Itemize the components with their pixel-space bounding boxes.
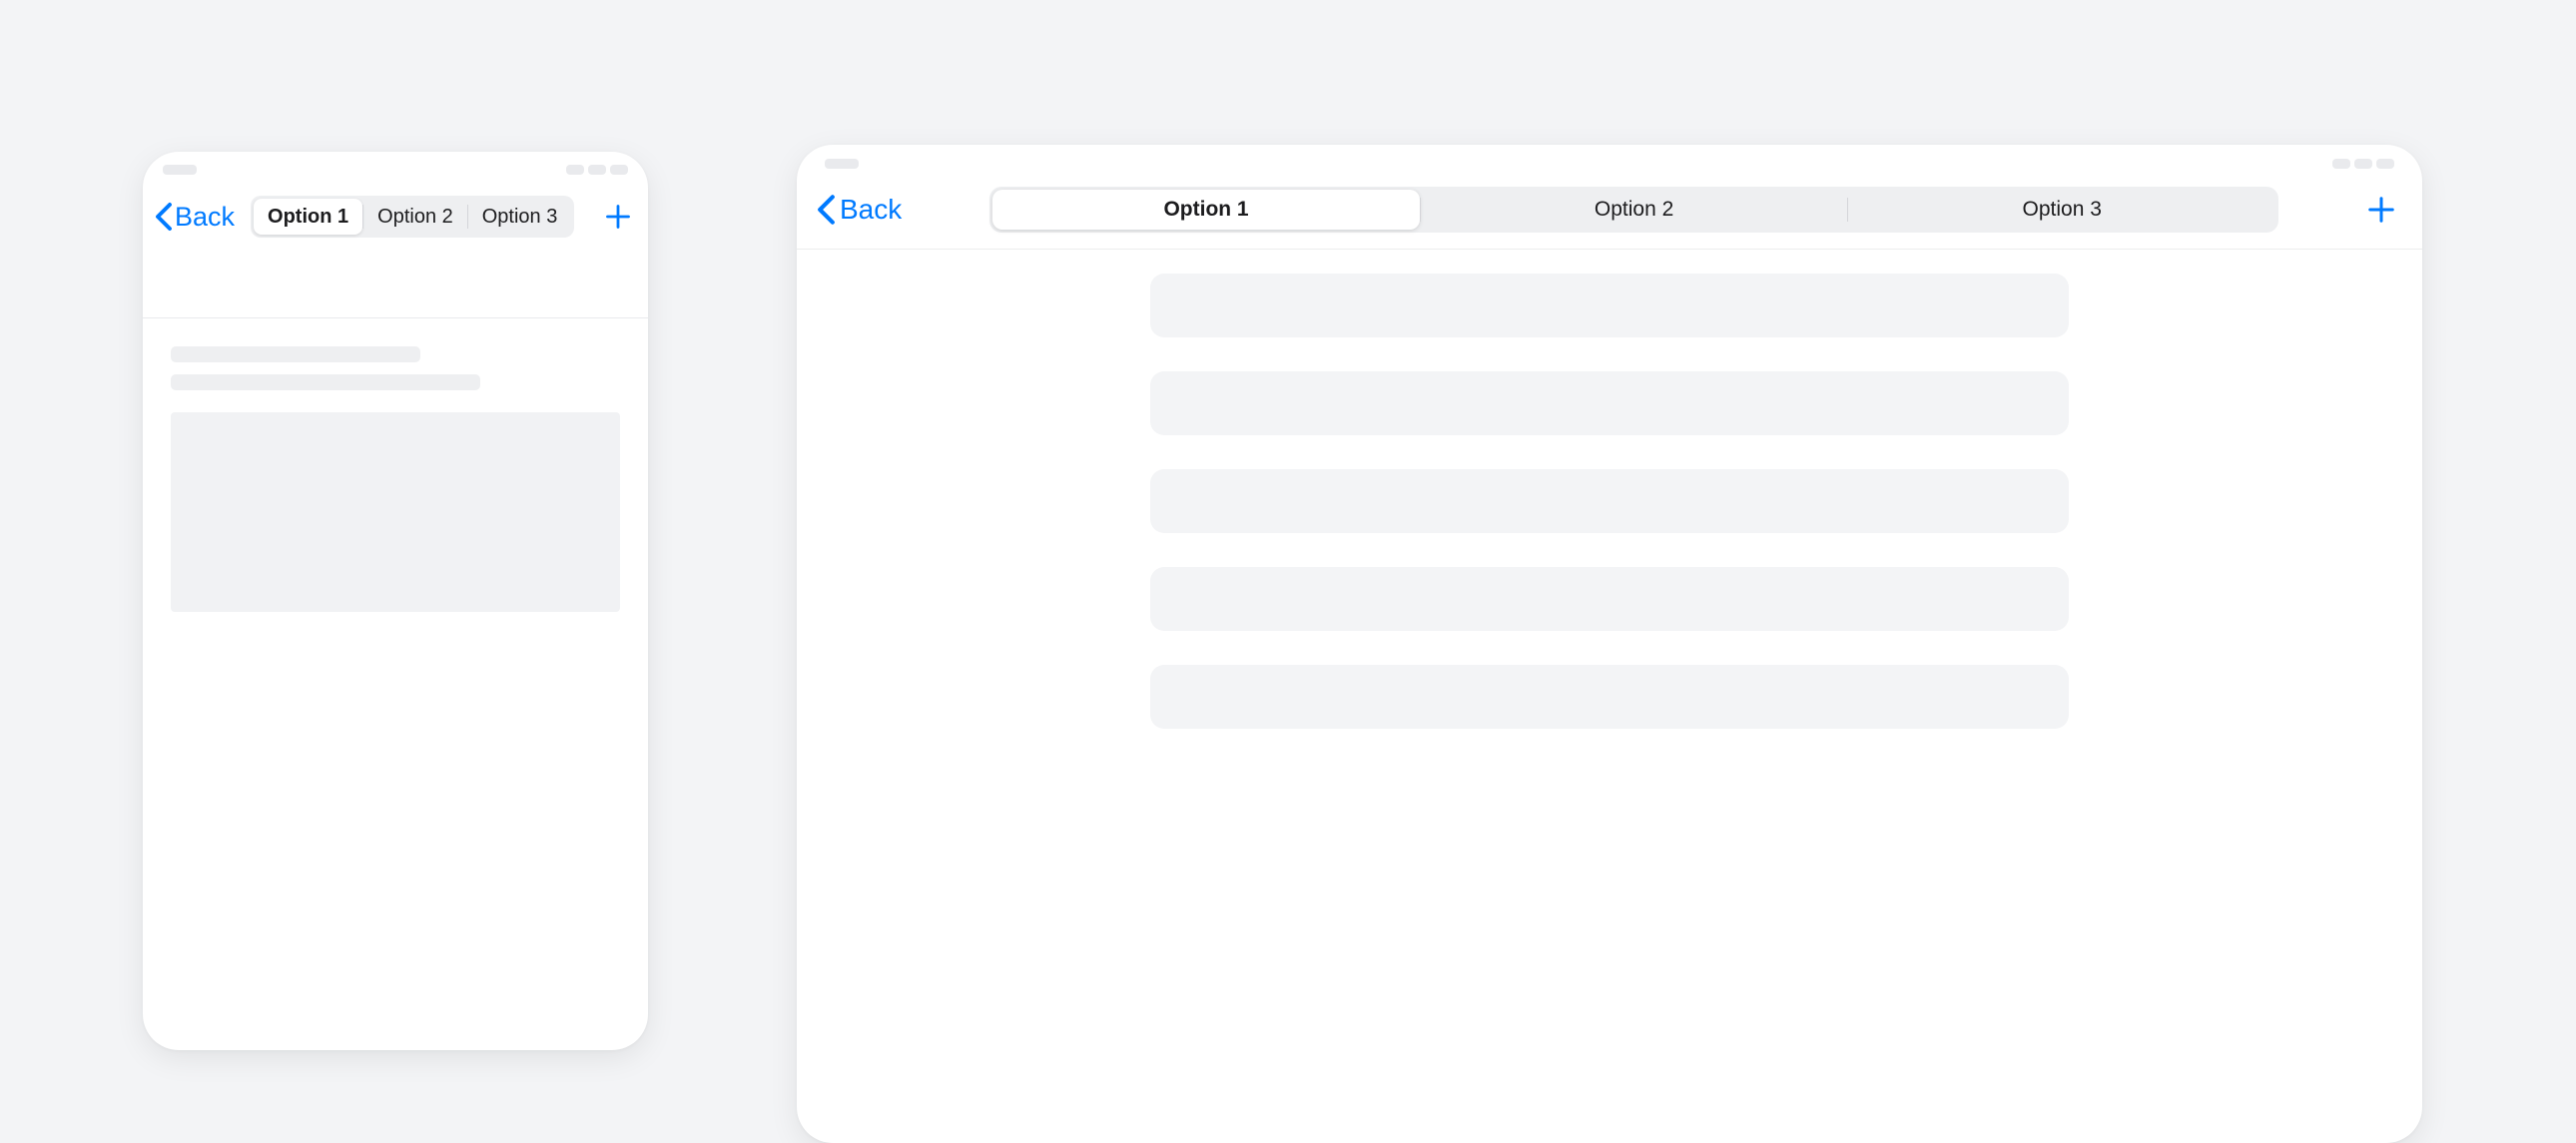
back-button-label: Back xyxy=(840,194,902,226)
status-indicator-placeholder xyxy=(2332,159,2350,169)
add-button[interactable] xyxy=(2366,195,2396,225)
back-button[interactable]: Back xyxy=(817,194,902,226)
phone-content-area xyxy=(143,258,648,612)
chevron-left-icon xyxy=(155,202,173,232)
tablet-device-frame: Back Option 1 Option 2 Option 3 xyxy=(797,145,2422,1143)
segment-option-1[interactable]: Option 1 xyxy=(992,190,1420,230)
content-divider xyxy=(143,317,648,318)
status-indicator-placeholder xyxy=(2354,159,2372,169)
tablet-content-area xyxy=(797,250,2422,787)
tablet-navigation-bar: Back Option 1 Option 2 Option 3 xyxy=(797,183,2422,250)
back-button[interactable]: Back xyxy=(155,202,235,233)
status-indicator-placeholder xyxy=(610,165,628,175)
segmented-control[interactable]: Option 1 Option 2 Option 3 xyxy=(251,196,574,238)
segment-option-2[interactable]: Option 2 xyxy=(1421,190,1848,230)
segment-option-3[interactable]: Option 3 xyxy=(1848,190,2275,230)
content-placeholder-line xyxy=(171,374,480,390)
content-placeholder-row xyxy=(1150,371,2069,435)
content-placeholder-row xyxy=(1150,274,2069,337)
add-button[interactable] xyxy=(604,203,632,231)
back-button-label: Back xyxy=(175,202,235,233)
content-placeholder-row xyxy=(1150,665,2069,729)
chevron-left-icon xyxy=(817,194,836,226)
content-placeholder-line xyxy=(171,346,420,362)
status-time-placeholder xyxy=(163,165,197,175)
phone-status-bar xyxy=(143,152,648,188)
status-indicators xyxy=(566,165,628,175)
segment-option-2[interactable]: Option 2 xyxy=(363,199,467,235)
status-indicator-placeholder xyxy=(2376,159,2394,169)
status-indicator-placeholder xyxy=(588,165,606,175)
plus-icon xyxy=(604,203,632,231)
content-placeholder-row xyxy=(1150,567,2069,631)
segmented-control[interactable]: Option 1 Option 2 Option 3 xyxy=(989,187,2278,233)
phone-navigation-bar: Back Option 1 Option 2 Option 3 xyxy=(143,188,648,258)
phone-device-frame: Back Option 1 Option 2 Option 3 xyxy=(143,152,648,1050)
plus-icon xyxy=(2366,195,2396,225)
content-placeholder-row xyxy=(1150,469,2069,533)
status-time-placeholder xyxy=(825,159,859,169)
content-placeholder-block xyxy=(171,412,620,612)
status-indicators xyxy=(2332,159,2394,169)
segment-option-1[interactable]: Option 1 xyxy=(254,199,362,235)
status-indicator-placeholder xyxy=(566,165,584,175)
tablet-status-bar xyxy=(797,145,2422,183)
segment-option-3[interactable]: Option 3 xyxy=(468,199,572,235)
